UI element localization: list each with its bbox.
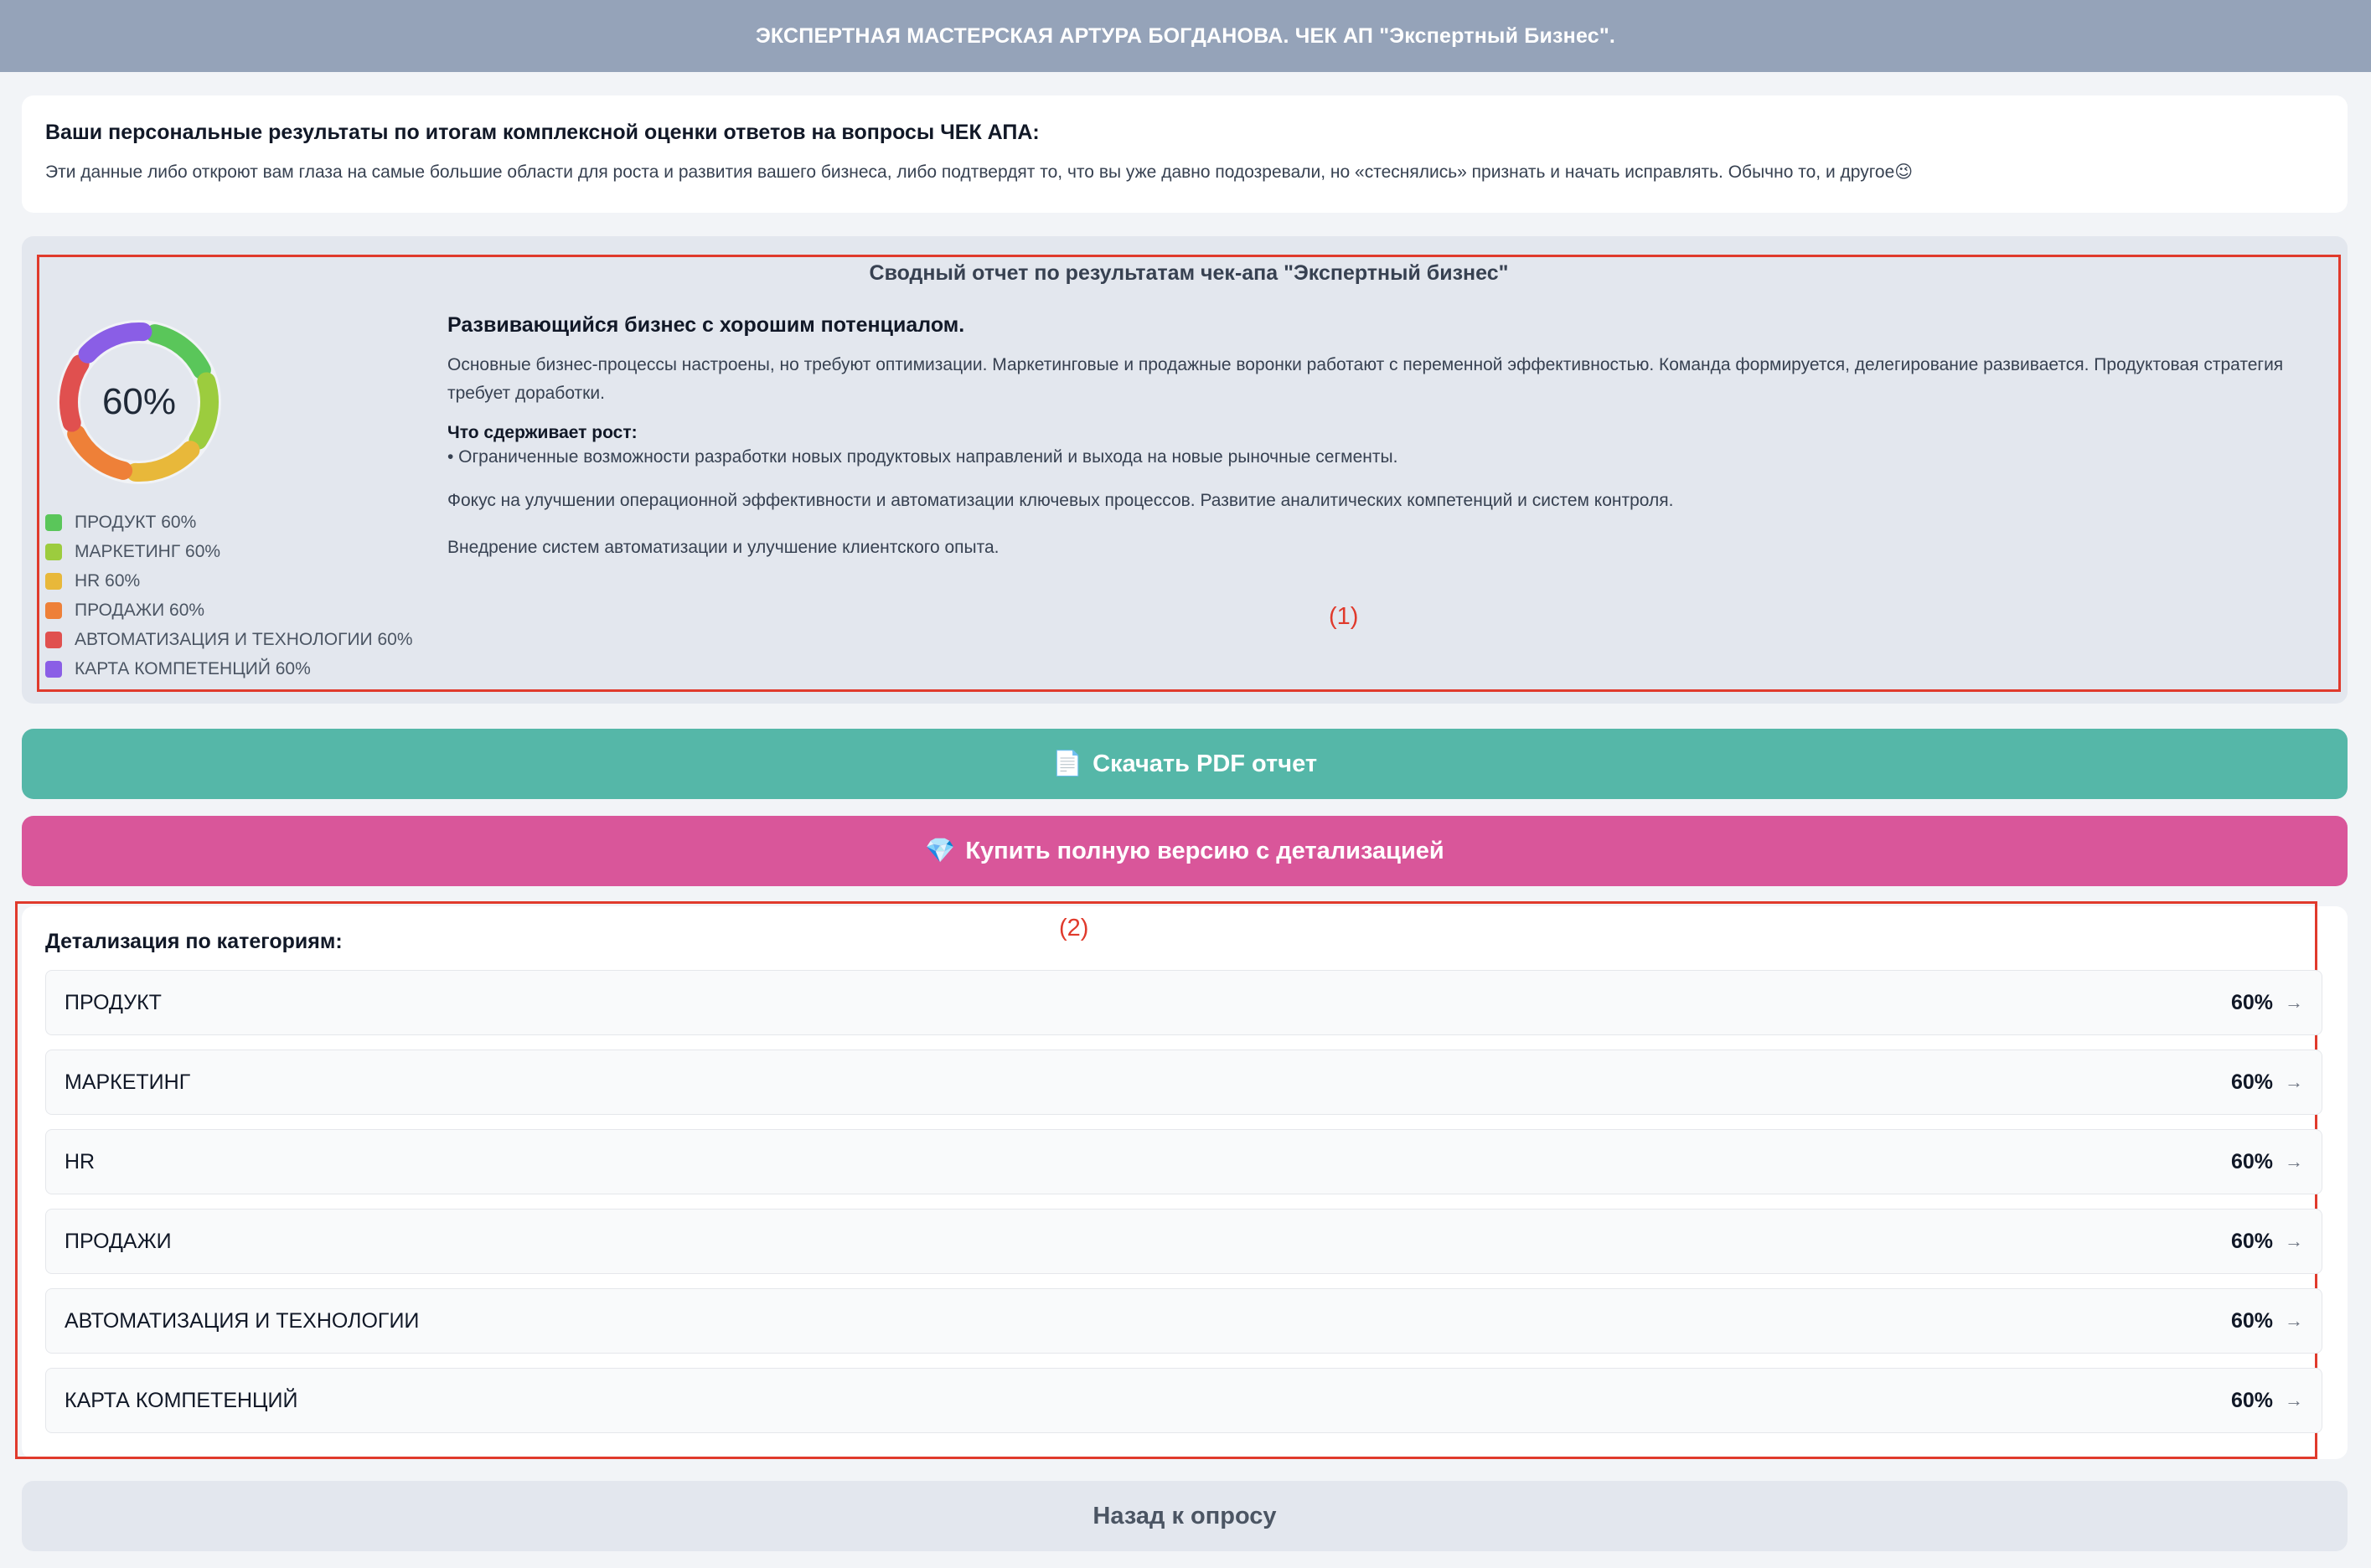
- category-name: ПРОДУКТ: [65, 990, 162, 1014]
- arrow-right-icon: →: [2285, 1390, 2303, 1411]
- category-row[interactable]: АВТОМАТИЗАЦИЯ И ТЕХНОЛОГИИ 60% →: [45, 1288, 2322, 1354]
- legend-item: МАРКЕТИНГ 60%: [45, 537, 413, 566]
- legend-swatch: [45, 631, 62, 648]
- summary-title: Сводный отчет по результатам чек-апа "Эк…: [869, 261, 1509, 285]
- donut-segment: [145, 324, 211, 379]
- header-title: ЭКСПЕРТНАЯ МАСТЕРСКАЯ АРТУРА БОГДАНОВА. …: [755, 23, 1616, 48]
- buy-full-version-button[interactable]: 💎 Купить полную версию с детализацией: [22, 816, 2348, 886]
- legend-item: ПРОДАЖИ 60%: [45, 596, 413, 625]
- donut-segment: [189, 372, 219, 450]
- intro-title: Ваши персональные результаты по итогам к…: [45, 121, 1040, 144]
- category-name: АВТОМАТИЗАЦИЯ И ТЕХНОЛОГИИ: [65, 1308, 420, 1333]
- legend-swatch: [45, 601, 62, 619]
- category-name: МАРКЕТИНГ: [65, 1070, 191, 1094]
- legend-label: МАРКЕТИНГ 60%: [75, 541, 221, 561]
- category-list: ПРОДУКТ 60% → МАРКЕТИНГ 60% → HR 60% → ПРОДАЖИ 60%…: [45, 970, 2322, 1447]
- details-title: Детализация по категориям:: [45, 930, 343, 953]
- category-row[interactable]: МАРКЕТИНГ 60% →: [45, 1050, 2322, 1115]
- legend-swatch: [45, 572, 62, 590]
- legend-item: ПРОДУКТ 60%: [45, 508, 413, 537]
- page-header: ЭКСПЕРТНАЯ МАСТЕРСКАЯ АРТУРА БОГДАНОВА. …: [0, 0, 2371, 72]
- report-description: Основные бизнес-процессы настроены, но т…: [447, 355, 2284, 403]
- score-value: 60%: [102, 381, 176, 422]
- category-name: HR: [65, 1149, 96, 1173]
- intro-text: Эти данные либо откроют вам глаза на сам…: [45, 162, 1914, 182]
- download-pdf-label: Скачать PDF отчет: [1093, 750, 1318, 777]
- score-legend: ПРОДУКТ 60% МАРКЕТИНГ 60% HR 60% ПРОДАЖИ 60…: [45, 508, 413, 683]
- legend-label: КАРТА КОМПЕТЕНЦИЙ 60%: [75, 658, 311, 678]
- legend-label: ПРОДУКТ 60%: [75, 512, 197, 532]
- legend-label: ПРОДАЖИ 60%: [75, 600, 205, 620]
- back-to-survey-label: Назад к опросу: [1093, 1502, 1277, 1529]
- growth-item: • Ограниченные возможности разработки но…: [447, 447, 1398, 467]
- category-row[interactable]: ПРОДАЖИ 60% →: [45, 1209, 2322, 1274]
- donut-segment: [59, 354, 90, 432]
- category-name: КАРТА КОМПЕТЕНЦИЙ: [65, 1388, 298, 1412]
- annotation-label-1: (1): [1329, 603, 1359, 630]
- legend-swatch: [45, 513, 62, 531]
- annotation-label-2: (2): [1059, 915, 1089, 941]
- category-value: 60%: [2230, 1149, 2273, 1173]
- diamond-icon: 💎: [925, 838, 956, 864]
- arrow-right-icon: →: [2285, 992, 2303, 1013]
- category-value: 60%: [2230, 1308, 2273, 1333]
- arrow-right-icon: →: [2285, 1230, 2303, 1251]
- category-value: 60%: [2230, 1070, 2273, 1094]
- arrow-right-icon: →: [2285, 1151, 2303, 1172]
- legend-item: HR 60%: [45, 566, 413, 596]
- legend-swatch: [45, 660, 62, 678]
- legend-label: АВТОМАТИЗАЦИЯ И ТЕХНОЛОГИИ 60%: [75, 629, 413, 649]
- summary-report: Развивающийся бизнес с хорошим потенциал…: [447, 313, 2316, 562]
- category-row[interactable]: КАРТА КОМПЕТЕНЦИЙ 60% →: [45, 1368, 2322, 1433]
- category-value: 60%: [2230, 1388, 2273, 1412]
- legend-item: АВТОМАТИЗАЦИЯ И ТЕХНОЛОГИИ 60%: [45, 625, 413, 654]
- report-heading: Развивающийся бизнес с хорошим потенциал…: [447, 313, 965, 337]
- category-name: ПРОДАЖИ: [65, 1229, 172, 1253]
- legend-swatch: [45, 543, 62, 560]
- legend-item: КАРТА КОМПЕТЕНЦИЙ 60%: [45, 654, 413, 683]
- arrow-right-icon: →: [2285, 1071, 2303, 1092]
- category-row[interactable]: HR 60% →: [45, 1129, 2322, 1194]
- category-value: 60%: [2230, 990, 2273, 1014]
- legend-label: HR 60%: [75, 570, 141, 591]
- score-donut-chart: 60%: [47, 310, 231, 494]
- category-value: 60%: [2230, 1229, 2273, 1253]
- report-focus: Фокус на улучшении операционной эффектив…: [447, 491, 1674, 510]
- download-pdf-button[interactable]: 📄 Скачать PDF отчет: [22, 729, 2348, 799]
- report-implementation: Внедрение систем автоматизации и улучшен…: [447, 538, 1000, 557]
- back-to-survey-button[interactable]: Назад к опросу: [22, 1481, 2348, 1551]
- donut-segment: [67, 425, 133, 480]
- arrow-right-icon: →: [2285, 1310, 2303, 1331]
- growth-title: Что сдерживает рост:: [447, 423, 638, 442]
- category-row[interactable]: ПРОДУКТ 60% →: [45, 970, 2322, 1035]
- buy-full-version-label: Купить полную версию с детализацией: [965, 837, 1444, 864]
- document-icon: 📄: [1051, 750, 1083, 777]
- intro-card: Ваши персональные результаты по итогам к…: [22, 95, 2348, 213]
- donut-svg: 60%: [57, 320, 221, 484]
